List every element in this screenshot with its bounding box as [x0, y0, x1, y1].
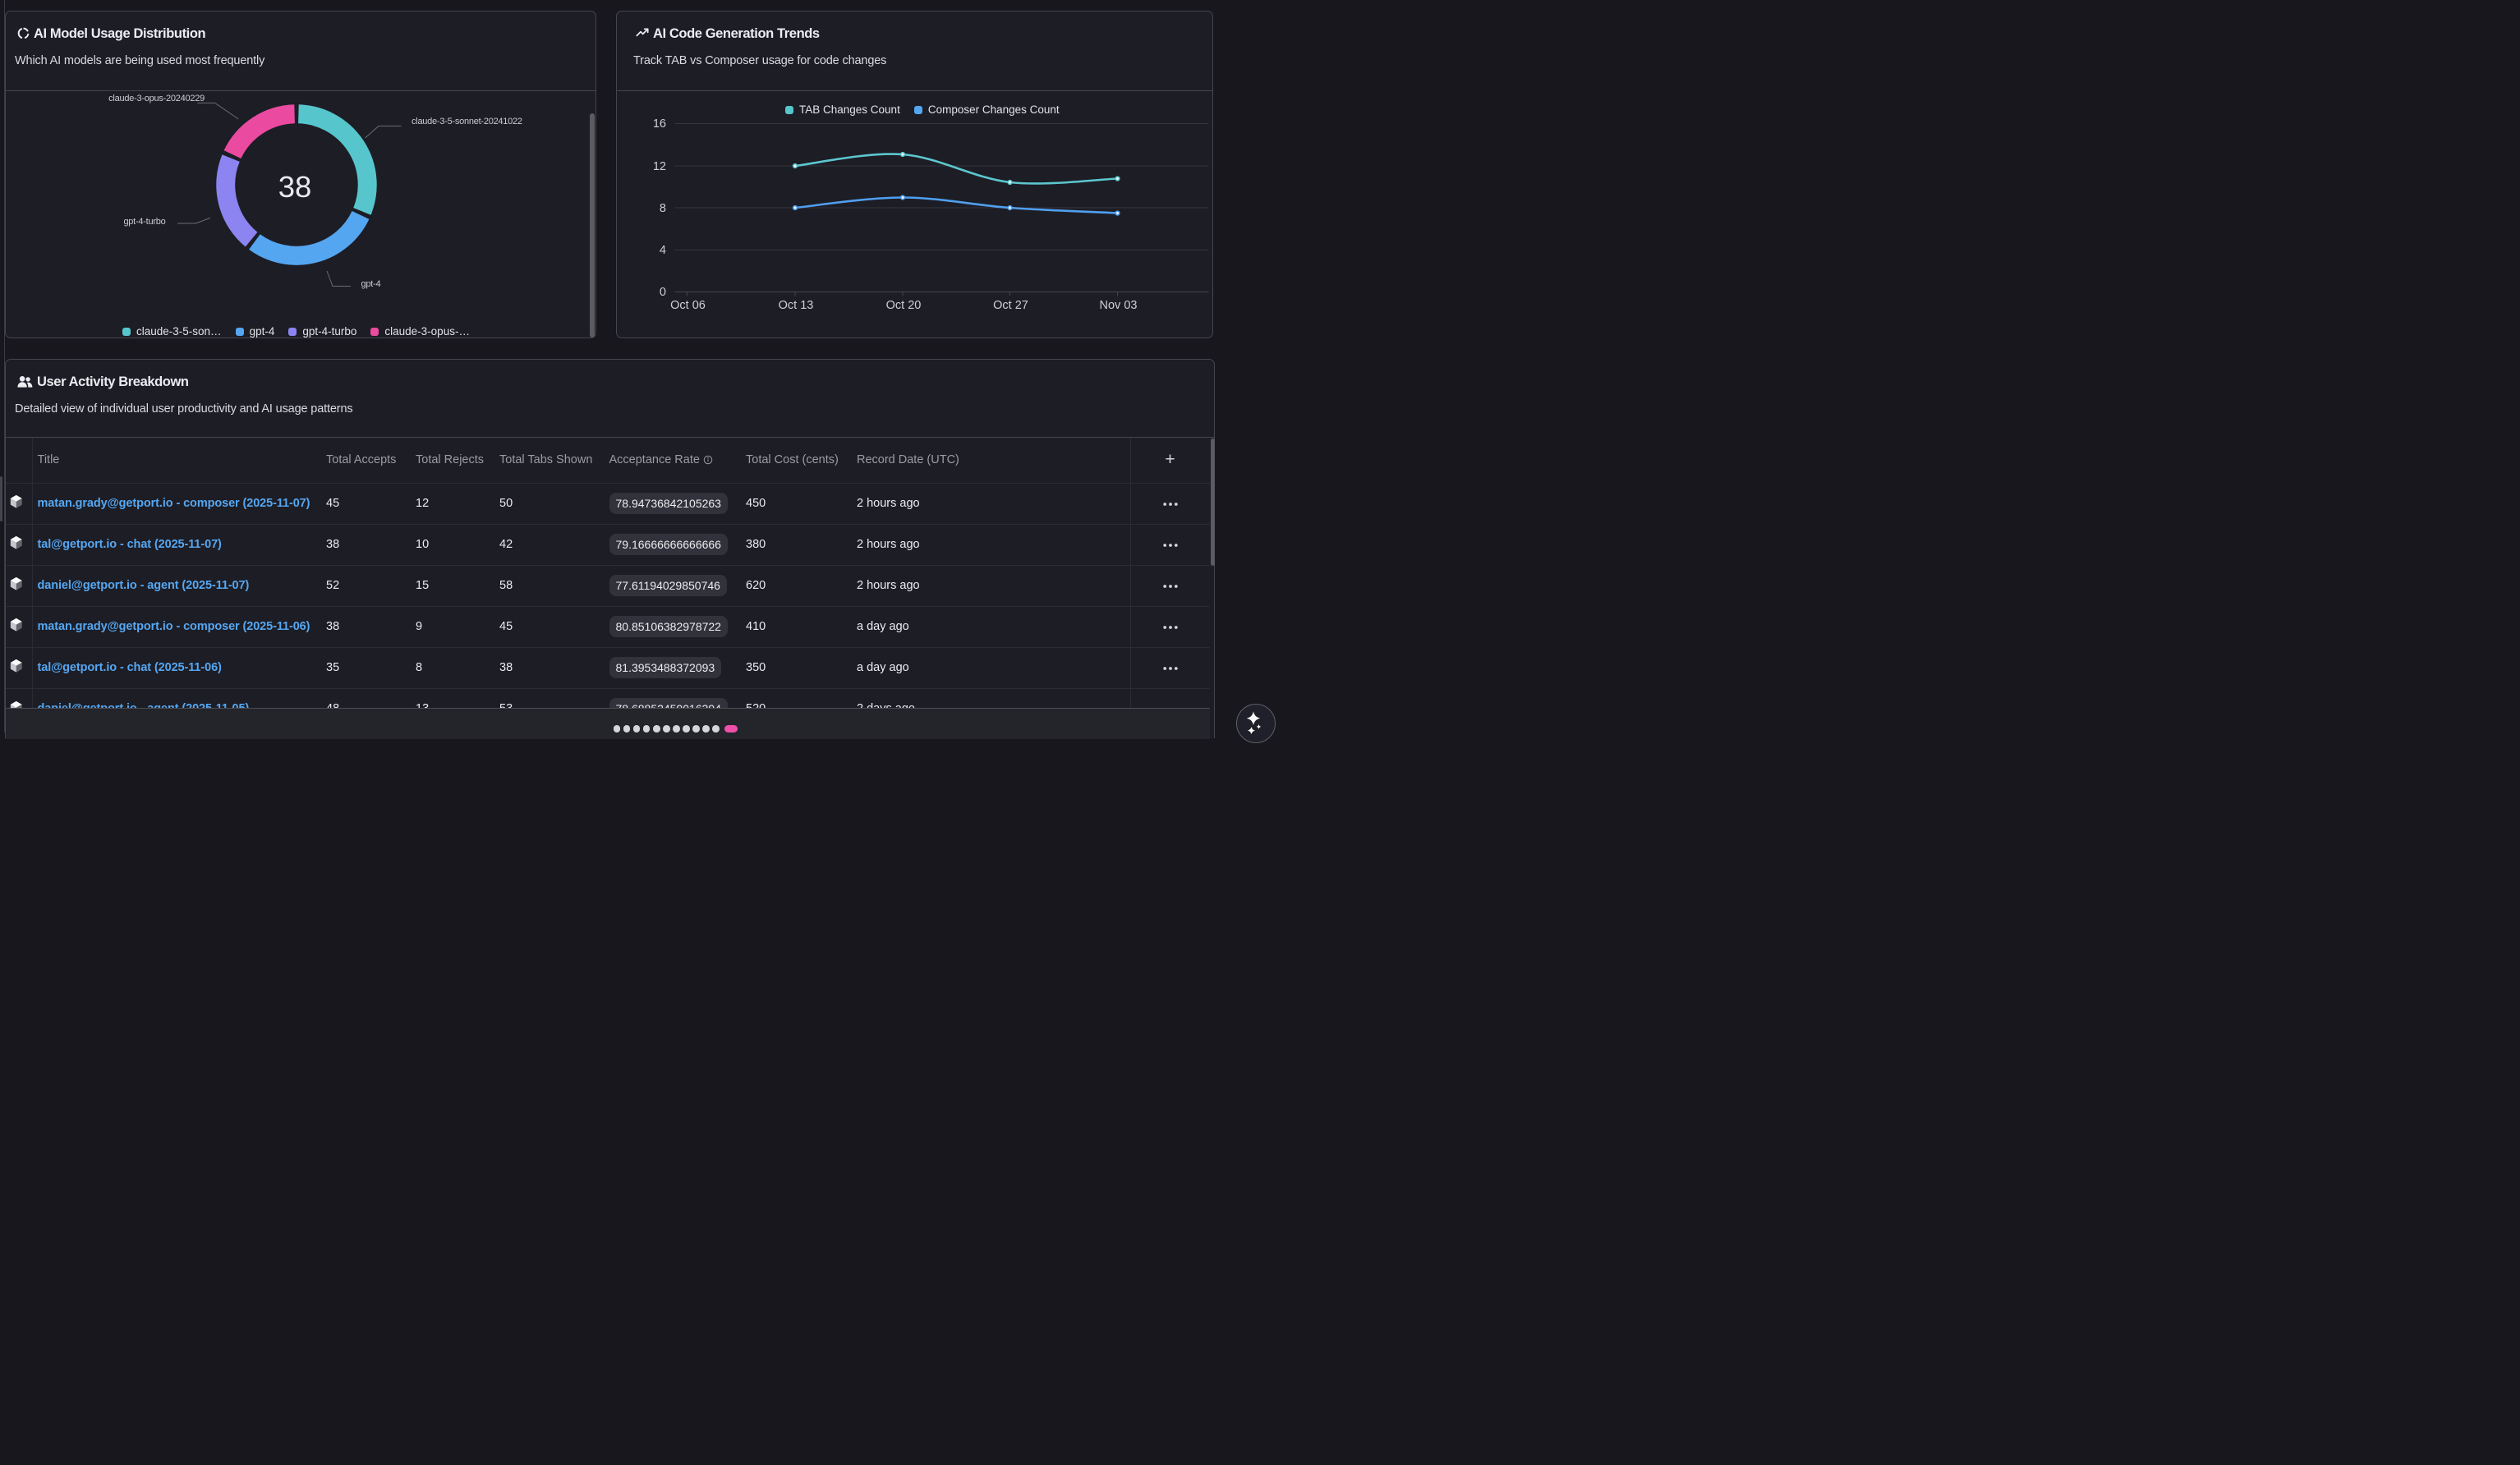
svg-text:38: 38 — [278, 170, 312, 204]
